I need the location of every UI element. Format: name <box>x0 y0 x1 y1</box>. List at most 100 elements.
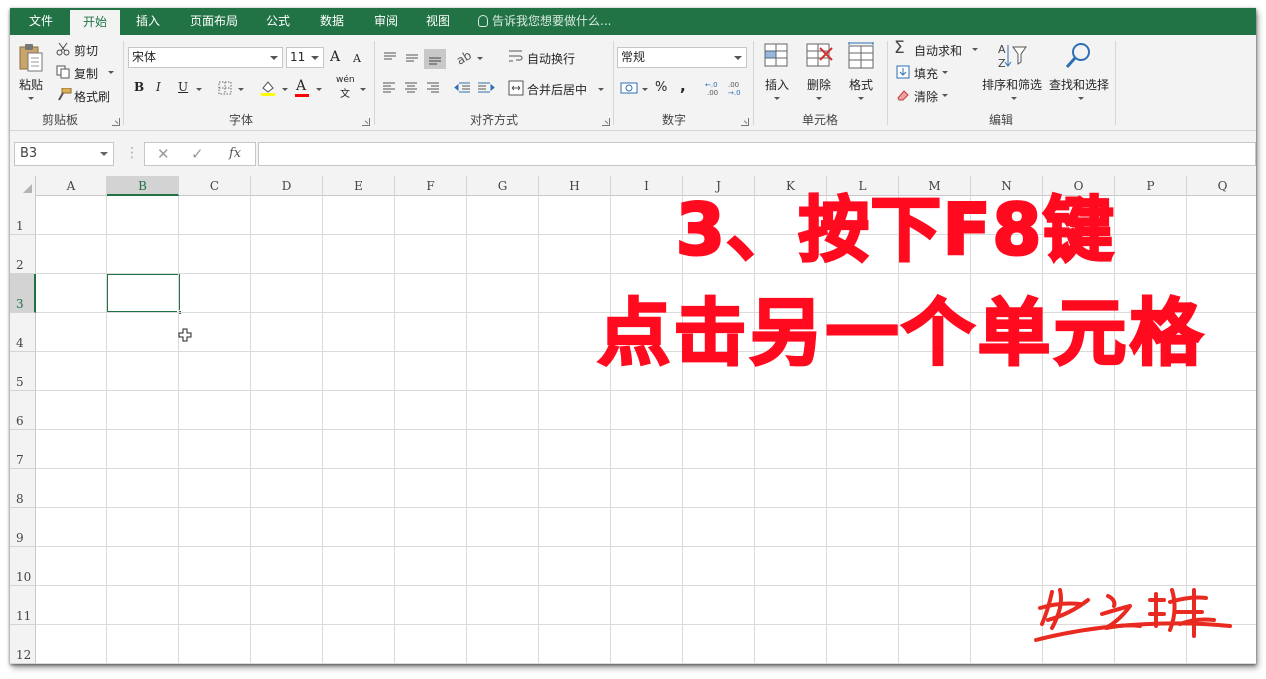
row-header-3[interactable]: 3 <box>10 274 36 313</box>
name-box[interactable]: B3 <box>14 142 114 166</box>
signature-watermark <box>1034 588 1232 642</box>
currency-icon[interactable] <box>620 80 638 96</box>
chevron-down-icon <box>196 88 202 91</box>
number-format-select[interactable]: 常规 <box>617 47 747 68</box>
sort-filter-icon: AZ <box>998 43 1027 70</box>
insert-cells-icon <box>764 43 788 67</box>
magnifier-icon <box>1065 43 1090 68</box>
row-header-4[interactable]: 4 <box>10 313 36 352</box>
row-header-5[interactable]: 5 <box>10 352 36 391</box>
row-header-2[interactable]: 2 <box>10 235 36 274</box>
format-cells-label: 格式 <box>849 78 874 92</box>
row-header-column: 1 2 3 4 5 6 7 8 9 10 11 12 <box>10 196 36 664</box>
number-launcher-icon[interactable] <box>741 118 749 126</box>
delete-cells-label: 删除 <box>807 78 832 92</box>
tab-review[interactable]: 审阅 <box>364 8 408 35</box>
formula-bar-grip[interactable]: ⋮ <box>125 145 139 161</box>
font-color-button[interactable]: A <box>296 78 306 94</box>
format-painter-icon <box>58 88 72 101</box>
font-name-value: 宋体 <box>132 50 157 64</box>
percent-button[interactable]: % <box>655 80 667 95</box>
column-header-c[interactable]: C <box>179 176 251 196</box>
tab-file[interactable]: 文件 <box>16 8 66 35</box>
row-header-7[interactable]: 7 <box>10 430 36 469</box>
grid-row-line <box>36 390 1256 391</box>
underline-button[interactable]: U <box>178 80 188 94</box>
tab-insert[interactable]: 插入 <box>124 8 172 35</box>
decimal-icons[interactable]: ←.0.00 .00→.0 <box>704 79 748 97</box>
tab-page-layout[interactable]: 页面布局 <box>182 8 246 35</box>
column-header-h[interactable]: H <box>539 176 611 196</box>
group-divider <box>753 41 754 125</box>
tell-me-text: 告诉我您想要做什么... <box>492 14 612 28</box>
borders-icon[interactable] <box>218 81 232 95</box>
grid-row-line <box>36 273 1256 274</box>
alignment-launcher-icon[interactable] <box>602 118 610 126</box>
bold-button[interactable]: B <box>134 80 144 94</box>
merge-center-button[interactable]: 合并后居中 <box>527 81 587 98</box>
horizontal-align-icons[interactable] <box>382 81 442 95</box>
group-divider <box>374 41 375 125</box>
svg-text:←.0: ←.0 <box>705 81 718 89</box>
comma-button[interactable]: , <box>680 77 686 95</box>
grid-column-line <box>178 196 179 664</box>
column-header-b[interactable]: B <box>107 176 179 196</box>
ribbon: 粘贴 剪切 复制 格式刷 剪贴板 宋体 11 A A B I U A wén 文… <box>10 35 1256 131</box>
sort-filter-label: 排序和筛选 <box>982 78 1043 92</box>
grid-row-line <box>36 429 1256 430</box>
chevron-down-icon <box>1078 97 1084 100</box>
row-header-1[interactable]: 1 <box>10 196 36 235</box>
wrap-text-button[interactable]: 自动换行 <box>527 50 575 67</box>
italic-button[interactable]: I <box>156 80 161 94</box>
grid-column-line <box>466 196 467 664</box>
row-header-10[interactable]: 10 <box>10 547 36 586</box>
column-header-p[interactable]: P <box>1115 176 1187 196</box>
tab-formulas[interactable]: 公式 <box>256 8 300 35</box>
column-header-g[interactable]: G <box>467 176 539 196</box>
row-header-12[interactable]: 12 <box>10 625 36 664</box>
chevron-down-icon <box>972 48 978 51</box>
vertical-align-icons[interactable] <box>382 49 460 69</box>
row-header-6[interactable]: 6 <box>10 391 36 430</box>
column-header-e[interactable]: E <box>323 176 395 196</box>
tab-home[interactable]: 开始 <box>70 10 120 35</box>
grid-column-line <box>322 196 323 664</box>
row-header-11[interactable]: 11 <box>10 586 36 625</box>
indent-icons[interactable] <box>454 81 496 95</box>
font-launcher-icon[interactable] <box>362 118 370 126</box>
formula-input[interactable] <box>258 142 1256 166</box>
column-header-q[interactable]: Q <box>1187 176 1256 196</box>
row-header-9[interactable]: 9 <box>10 508 36 547</box>
select-all-button[interactable] <box>10 176 36 196</box>
group-divider <box>613 41 614 125</box>
fill-label: 填充 <box>914 67 939 81</box>
grow-font-button[interactable]: A <box>330 49 340 65</box>
chevron-down-icon <box>238 88 244 91</box>
scissors-icon <box>56 42 70 56</box>
confirm-entry-button[interactable]: ✓ <box>191 145 204 163</box>
font-size-select[interactable]: 11 <box>286 47 324 68</box>
chevron-down-icon <box>360 88 366 91</box>
svg-text:.00: .00 <box>707 89 718 97</box>
fill-color-icon[interactable] <box>260 79 276 97</box>
cancel-entry-button[interactable]: ✕ <box>157 145 170 163</box>
tab-data[interactable]: 数据 <box>310 8 354 35</box>
column-header-i[interactable]: I <box>611 176 683 196</box>
column-header-f[interactable]: F <box>395 176 467 196</box>
format-painter-label: 格式刷 <box>74 90 111 104</box>
column-header-d[interactable]: D <box>251 176 323 196</box>
active-cell[interactable] <box>106 273 182 315</box>
insert-function-button[interactable]: fx <box>229 146 241 161</box>
shrink-font-button[interactable]: A <box>353 52 361 65</box>
phonetic-button[interactable]: wén <box>336 75 355 85</box>
chevron-down-icon <box>270 56 278 60</box>
column-header-a[interactable]: A <box>36 176 107 196</box>
clipboard-launcher-icon[interactable] <box>112 118 120 126</box>
row-header-8[interactable]: 8 <box>10 469 36 508</box>
font-name-select[interactable]: 宋体 <box>128 47 283 68</box>
font-color-swatch <box>295 94 309 97</box>
tell-me-box[interactable]: 告诉我您想要做什么... <box>478 8 611 35</box>
name-box-value: B3 <box>20 146 38 161</box>
tab-view[interactable]: 视图 <box>416 8 460 35</box>
chevron-down-icon <box>1011 97 1017 100</box>
